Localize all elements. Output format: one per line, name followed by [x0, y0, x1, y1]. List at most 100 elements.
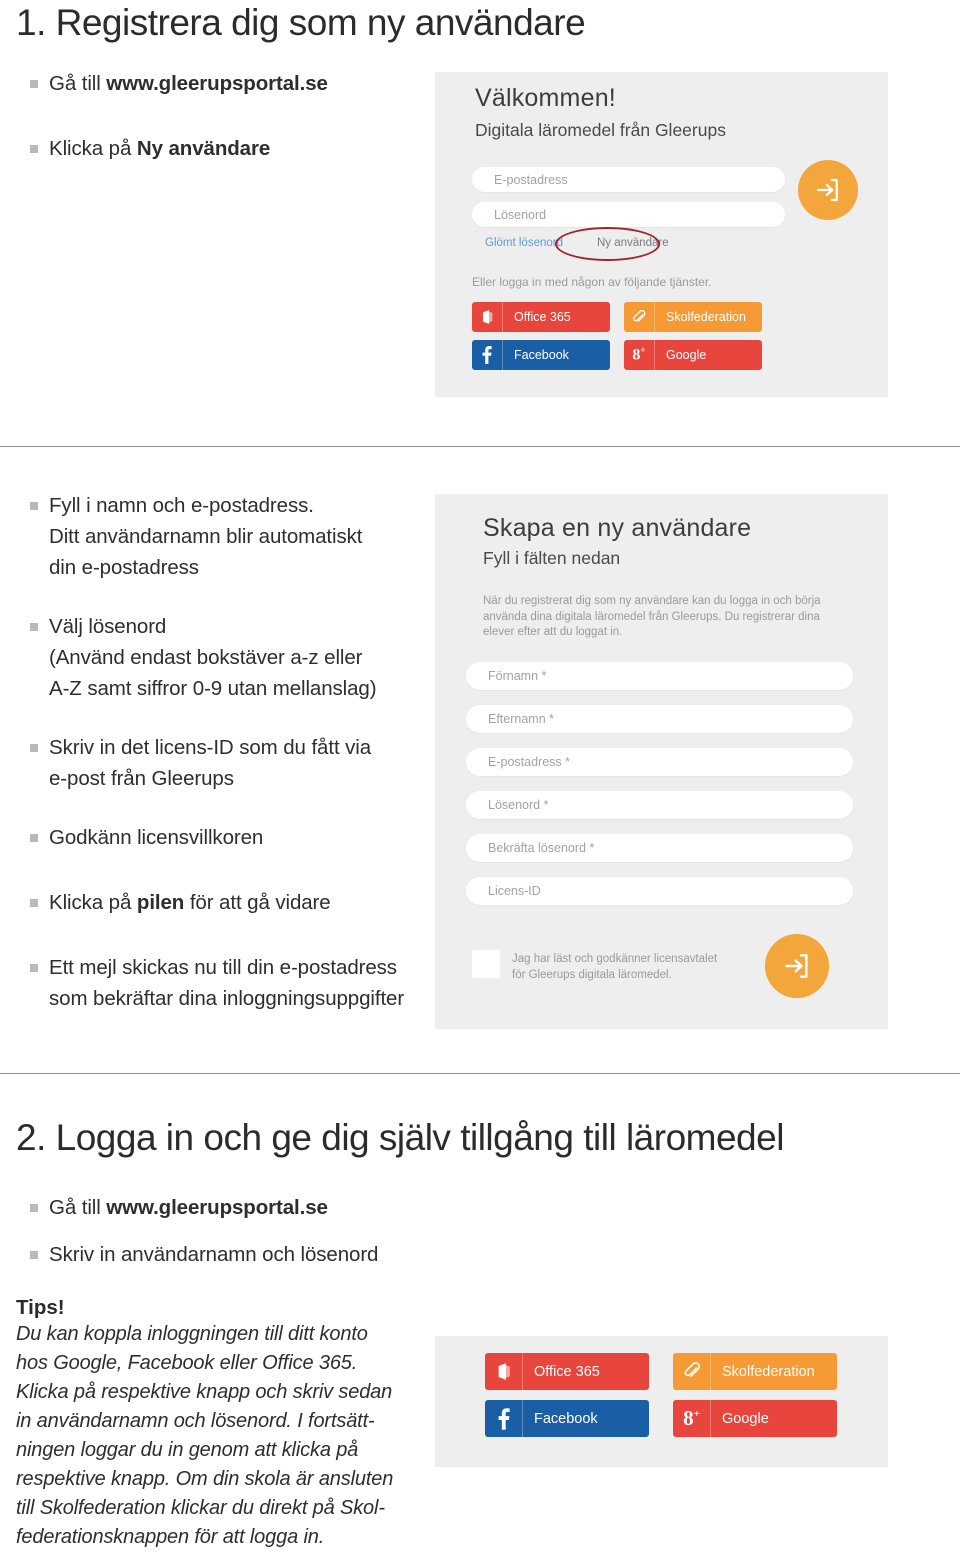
poster-page: 1. Registrera dig som ny användare Gå ti… [0, 0, 960, 1565]
license-agreement-label: Jag har läst och godkänner licensavtalet… [512, 952, 802, 983]
signup-steps-bullets: Fyll i namn och e-postadress. Ditt använ… [16, 490, 426, 1014]
bullet-line-strong: pilen [136, 891, 185, 914]
skolfederation-label: Skolfederation [666, 310, 746, 324]
bullet-text-strong: www.gleerupsportal.se [106, 1196, 328, 1219]
bullet-text-strong: Ny användare [136, 137, 271, 160]
bullet-line: Välj lösenord [49, 615, 167, 638]
facebook-icon [485, 1400, 523, 1437]
list-item: Skriv in användarnamn och lösenord [16, 1239, 446, 1270]
bullet-line: Skriv in det licens-ID som du fått via [49, 736, 372, 759]
bullet-marker [30, 623, 38, 631]
login-submit-button[interactable] [798, 160, 858, 220]
list-item: Godkänn licensvillkoren [16, 822, 426, 853]
tips-line: Du kan koppla inloggningen till ditt kon… [16, 1323, 368, 1345]
email-field[interactable]: E-postadress [472, 167, 785, 192]
tips-block: Tips! Du kan koppla inloggningen till di… [16, 1296, 426, 1552]
license-agreement-line: för Gleerups digitala läromedel. [512, 968, 672, 981]
skolfederation-button[interactable]: Skolfederation [624, 302, 762, 332]
lastname-placeholder: Efternamn * [488, 712, 555, 726]
signup-screenshot-panel: Skapa en ny användare Fyll i fälten neda… [435, 494, 888, 1029]
bullet-text-pre: Skriv in användarnamn och lösenord [49, 1243, 379, 1266]
signup-subtitle: Fyll i fälten nedan [483, 548, 621, 568]
tips-line: federationsknappen för att logga in. [16, 1526, 325, 1548]
bullet-marker [30, 1204, 38, 1212]
bullet-line: Fyll i namn och e-postadress. [49, 494, 314, 517]
social-login-group-2: Office 365 Skolfederation Facebook 8+ Go… [485, 1353, 837, 1437]
bullet-marker [30, 899, 38, 907]
facebook-label: Facebook [534, 1410, 598, 1427]
password-field[interactable]: Lösenord * [466, 791, 853, 819]
confirm-password-field[interactable]: Bekräfta lösenord * [466, 834, 853, 862]
license-agreement-line: Jag har läst och godkänner licensavtalet [512, 953, 718, 965]
tips-line: till Skolfederation klickar du direkt på… [16, 1497, 385, 1519]
signup-submit-button[interactable] [765, 934, 829, 998]
bullet-marker [30, 964, 38, 972]
new-user-highlight-ellipse [555, 227, 660, 261]
bullet-marker [30, 502, 38, 510]
bullet-marker [30, 80, 38, 88]
office365-label: Office 365 [534, 1363, 600, 1380]
tips-line: hos Google, Facebook eller Office 365. [16, 1352, 358, 1374]
tips-title: Tips! [16, 1296, 65, 1319]
office-icon [485, 1353, 523, 1390]
skolfederation-button[interactable]: Skolfederation [673, 1353, 837, 1390]
list-item: Klicka på Ny användare [16, 133, 416, 164]
bullet-line: (Använd endast bokstäver a-z eller [49, 646, 363, 669]
bullet-marker [30, 744, 38, 752]
email-field-placeholder: E-postadress [494, 172, 568, 187]
password-field[interactable]: Lösenord [472, 202, 785, 227]
office365-button[interactable]: Office 365 [472, 302, 610, 332]
bullet-text-strong: www.gleerupsportal.se [106, 72, 328, 95]
password-placeholder: Lösenord * [488, 798, 549, 812]
signup-title: Skapa en ny användare [483, 514, 752, 542]
office-icon [472, 302, 503, 332]
bullet-marker [30, 1251, 38, 1259]
firstname-field[interactable]: Förnamn * [466, 662, 853, 690]
paperclip-icon [673, 1353, 711, 1390]
signup-description-line: använda dina digitala läromedel från Gle… [483, 610, 820, 623]
email-field[interactable]: E-postadress * [466, 748, 853, 776]
google-button[interactable]: 8+ Google [624, 340, 762, 370]
email-placeholder: E-postadress * [488, 755, 570, 769]
office365-button[interactable]: Office 365 [485, 1353, 649, 1390]
list-item: Gå till www.gleerupsportal.se [16, 1192, 446, 1223]
lastname-field[interactable]: Efternamn * [466, 705, 853, 733]
bullet-line: som bekräftar dina inloggningsuppgifter [49, 987, 405, 1010]
facebook-button[interactable]: Facebook [472, 340, 610, 370]
password-field-placeholder: Lösenord [494, 207, 547, 222]
google-label: Google [666, 348, 707, 362]
confirm-password-placeholder: Bekräfta lösenord * [488, 841, 595, 855]
google-plus-icon: 8+ [673, 1400, 711, 1437]
bullet-marker [30, 145, 38, 153]
firstname-placeholder: Förnamn * [488, 669, 547, 683]
bullet-line: Godkänn licensvillkoren [49, 826, 264, 849]
tips-line: Klicka på respektive knapp och skriv sed… [16, 1381, 393, 1403]
office365-label: Office 365 [514, 310, 571, 324]
bullet-line: e-post från Gleerups [49, 767, 234, 790]
section-2-heading: 2. Logga in och ge dig själv tillgång ti… [16, 1117, 784, 1158]
license-agreement-checkbox[interactable] [472, 950, 500, 978]
facebook-label: Facebook [514, 348, 569, 362]
signup-description-line: När du registrerat dig som ny användare … [483, 595, 821, 607]
facebook-button[interactable]: Facebook [485, 1400, 649, 1437]
list-item: Gå till www.gleerupsportal.se [16, 68, 416, 99]
skolfederation-label: Skolfederation [722, 1363, 815, 1380]
bullet-line: Ditt användarnamn blir automatiskt [49, 525, 363, 548]
bullet-line-pre: Klicka på [49, 891, 137, 914]
section-divider-1 [0, 446, 960, 447]
forgot-password-link[interactable]: Glömt lösenord [485, 237, 563, 249]
bullet-line: din e-postadress [49, 556, 199, 579]
services-note: Eller logga in med någon av följande tjä… [472, 275, 712, 289]
tips-line: in användarnamn och lösenord. I fortsätt… [16, 1410, 375, 1432]
list-item: Skriv in det licens-ID som du fått via e… [16, 732, 426, 794]
tips-line: ningen loggar du in genom att klicka på [16, 1439, 359, 1461]
license-id-field[interactable]: Licens-ID [466, 877, 853, 905]
login-arrow-icon [816, 178, 838, 202]
list-item: Välj lösenord (Använd endast bokstäver a… [16, 611, 426, 704]
login-title: Välkommen! [475, 84, 616, 112]
signup-description: När du registrerat dig som ny användare … [483, 594, 863, 641]
social-login-screenshot-panel: Office 365 Skolfederation Facebook 8+ Go… [435, 1336, 888, 1467]
login-subtitle: Digitala läromedel från Gleerups [475, 120, 726, 140]
bullet-text-pre: Klicka på [49, 137, 137, 160]
google-button[interactable]: 8+ Google [673, 1400, 837, 1437]
